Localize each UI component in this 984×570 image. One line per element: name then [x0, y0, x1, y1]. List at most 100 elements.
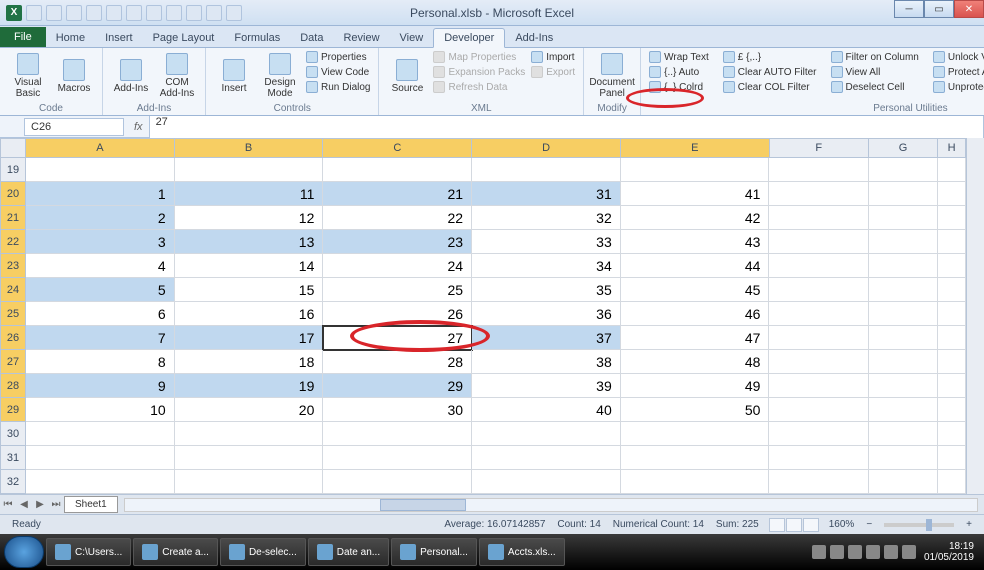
row-header-26[interactable]: 26	[0, 326, 26, 350]
clear-auto-filter-button[interactable]: Clear AUTO Filter	[721, 65, 819, 79]
cell-H32[interactable]	[938, 470, 966, 494]
cell-B27[interactable]: 18	[175, 350, 324, 374]
cell-H26[interactable]	[938, 326, 966, 350]
cell-H23[interactable]	[938, 254, 966, 278]
cell-F26[interactable]	[769, 326, 868, 350]
cell-G30[interactable]	[869, 422, 938, 446]
tab-add-ins[interactable]: Add-Ins	[505, 29, 563, 47]
cell-B29[interactable]: 20	[175, 398, 324, 422]
taskbar-button[interactable]: Personal...	[391, 538, 477, 566]
cell-B20[interactable]: 11	[175, 182, 324, 206]
cell-A32[interactable]	[26, 470, 175, 494]
cell-E25[interactable]: 46	[621, 302, 770, 326]
cell-D30[interactable]	[472, 422, 621, 446]
filter-on-column-button[interactable]: Filter on Column	[829, 50, 921, 64]
cell-F25[interactable]	[769, 302, 868, 326]
-colrd-button[interactable]: {..} Colrd	[647, 80, 711, 94]
cell-E30[interactable]	[621, 422, 770, 446]
cell-B31[interactable]	[175, 446, 324, 470]
cell-G22[interactable]	[869, 230, 938, 254]
tab-file[interactable]: File	[0, 27, 46, 47]
first-sheet-button[interactable]: ⏮	[0, 499, 16, 510]
row-header-19[interactable]: 19	[0, 158, 26, 182]
macros-button[interactable]: Macros	[52, 50, 96, 102]
col-header-F[interactable]: F	[770, 138, 869, 158]
taskbar-button[interactable]: Date an...	[308, 538, 389, 566]
cell-G24[interactable]	[869, 278, 938, 302]
cell-D20[interactable]: 31	[472, 182, 621, 206]
vertical-scrollbar[interactable]	[966, 138, 984, 494]
zoom-out-button[interactable]: −	[866, 519, 872, 530]
cell-A28[interactable]: 9	[26, 374, 175, 398]
qat-button[interactable]	[166, 5, 182, 21]
tray-icon[interactable]	[848, 545, 862, 559]
cell-H19[interactable]	[938, 158, 966, 182]
cell-F32[interactable]	[769, 470, 868, 494]
cell-E28[interactable]: 49	[621, 374, 770, 398]
cell-D27[interactable]: 38	[472, 350, 621, 374]
cell-F23[interactable]	[769, 254, 868, 278]
row-header-27[interactable]: 27	[0, 350, 26, 374]
cell-C25[interactable]: 26	[323, 302, 472, 326]
cell-A20[interactable]: 1	[26, 182, 175, 206]
qat-button[interactable]	[86, 5, 102, 21]
cell-G23[interactable]	[869, 254, 938, 278]
cell-F24[interactable]	[769, 278, 868, 302]
cell-D26[interactable]: 37	[472, 326, 621, 350]
cell-D32[interactable]	[472, 470, 621, 494]
visual-basic-button[interactable]: Visual Basic	[6, 50, 50, 102]
taskbar-button[interactable]: C:\Users...	[46, 538, 131, 566]
col-header-E[interactable]: E	[621, 138, 770, 158]
cell-F29[interactable]	[769, 398, 868, 422]
cell-D31[interactable]	[472, 446, 621, 470]
prev-sheet-button[interactable]: ◀	[16, 499, 32, 510]
qat-button[interactable]	[206, 5, 222, 21]
cell-C22[interactable]: 23	[323, 230, 472, 254]
cell-E31[interactable]	[621, 446, 770, 470]
cell-C21[interactable]: 22	[323, 206, 472, 230]
cell-C31[interactable]	[323, 446, 472, 470]
cell-H25[interactable]	[938, 302, 966, 326]
cell-G31[interactable]	[869, 446, 938, 470]
cell-C32[interactable]	[323, 470, 472, 494]
row-header-22[interactable]: 22	[0, 230, 26, 254]
row-header-31[interactable]: 31	[0, 446, 26, 470]
clock-date[interactable]: 01/05/2019	[924, 552, 974, 563]
cell-H22[interactable]	[938, 230, 966, 254]
zoom-slider[interactable]	[884, 523, 954, 527]
cell-H30[interactable]	[938, 422, 966, 446]
view-all-button[interactable]: View All	[829, 65, 921, 79]
select-all-corner[interactable]	[0, 138, 26, 158]
cell-F31[interactable]	[769, 446, 868, 470]
cell-G19[interactable]	[869, 158, 938, 182]
tray-icon[interactable]	[902, 545, 916, 559]
document-panel-button[interactable]: Document Panel	[590, 50, 634, 102]
cell-E23[interactable]: 44	[621, 254, 770, 278]
page-layout-button[interactable]	[786, 518, 802, 532]
cell-E21[interactable]: 42	[621, 206, 770, 230]
col-header-D[interactable]: D	[472, 138, 621, 158]
cell-H24[interactable]	[938, 278, 966, 302]
tab-view[interactable]: View	[390, 29, 434, 47]
cell-A19[interactable]	[26, 158, 175, 182]
cell-A23[interactable]: 4	[26, 254, 175, 278]
cell-G21[interactable]	[869, 206, 938, 230]
cell-F19[interactable]	[769, 158, 868, 182]
protect-all-sheets-button[interactable]: Protect All Sheets	[931, 65, 984, 79]
col-header-B[interactable]: B	[175, 138, 324, 158]
cell-F28[interactable]	[769, 374, 868, 398]
col-header-G[interactable]: G	[869, 138, 938, 158]
cell-F27[interactable]	[769, 350, 868, 374]
tray-icon[interactable]	[866, 545, 880, 559]
deselect-cell-button[interactable]: Deselect Cell	[829, 80, 921, 94]
cell-E26[interactable]: 47	[621, 326, 770, 350]
cell-F22[interactable]	[769, 230, 868, 254]
row-header-20[interactable]: 20	[0, 182, 26, 206]
cell-B24[interactable]: 15	[175, 278, 324, 302]
run-dialog-button[interactable]: Run Dialog	[304, 80, 372, 94]
sheet-tab[interactable]: Sheet1	[64, 496, 118, 513]
com-addins-button[interactable]: COM Add-Ins	[155, 50, 199, 102]
cell-A31[interactable]	[26, 446, 175, 470]
cell-F21[interactable]	[769, 206, 868, 230]
cell-C20[interactable]: 21	[323, 182, 472, 206]
